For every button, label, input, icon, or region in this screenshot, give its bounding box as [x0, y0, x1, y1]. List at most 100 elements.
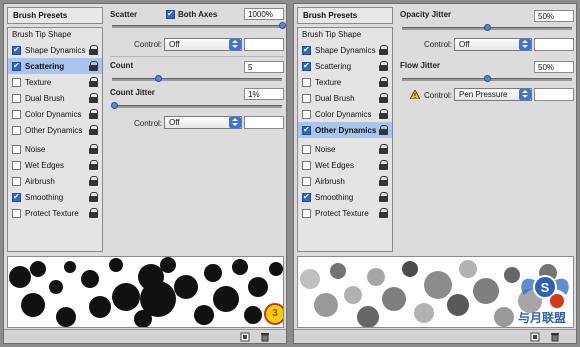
control-field-2[interactable] — [244, 116, 284, 129]
opacity-jitter-slider-knob[interactable] — [484, 24, 491, 31]
option-checkbox[interactable] — [302, 144, 311, 154]
trash-icon[interactable] — [260, 332, 270, 342]
opacity-jitter-value-field[interactable]: 50% — [534, 10, 574, 22]
option-checkbox[interactable] — [302, 176, 311, 186]
control-select-2[interactable]: Pen Pressure — [454, 88, 532, 101]
brush-option-noise[interactable]: Noise — [8, 141, 102, 157]
lock-icon[interactable] — [89, 144, 98, 154]
option-checkbox[interactable] — [12, 109, 21, 119]
lock-icon[interactable] — [379, 208, 388, 218]
lock-icon[interactable] — [379, 93, 388, 103]
option-checkbox[interactable] — [302, 45, 311, 55]
brush-option-other-dynamics[interactable]: Other Dynamics — [8, 122, 102, 138]
brush-option-other-dynamics[interactable]: Other Dynamics — [298, 122, 392, 138]
brush-presets-button[interactable]: Brush Presets — [7, 7, 103, 24]
brush-option-scattering[interactable]: Scattering — [8, 58, 102, 74]
brush-panel-other-dynamics: Brush Presets Brush Tip Shape Shape Dyna… — [293, 3, 577, 344]
brush-option-dual-brush[interactable]: Dual Brush — [298, 90, 392, 106]
brush-option-wet-edges[interactable]: Wet Edges — [8, 157, 102, 173]
lock-icon[interactable] — [89, 61, 98, 71]
opacity-jitter-slider[interactable] — [402, 24, 572, 31]
option-checkbox[interactable] — [12, 77, 21, 87]
scatter-slider[interactable] — [112, 22, 286, 29]
option-checkbox[interactable] — [12, 93, 21, 103]
brush-option-wet-edges[interactable]: Wet Edges — [298, 157, 392, 173]
both-axes-checkbox[interactable] — [166, 9, 175, 19]
new-preset-icon[interactable] — [240, 332, 250, 342]
lock-icon[interactable] — [379, 176, 388, 186]
brush-option-smoothing[interactable]: Smoothing — [298, 189, 392, 205]
option-checkbox[interactable] — [302, 93, 311, 103]
lock-icon[interactable] — [89, 125, 98, 135]
lock-icon[interactable] — [379, 61, 388, 71]
control-select-1[interactable]: Off — [164, 38, 242, 51]
lock-icon[interactable] — [89, 208, 98, 218]
option-checkbox[interactable] — [302, 208, 311, 218]
option-checkbox[interactable] — [302, 61, 311, 71]
flow-jitter-value-field[interactable]: 50% — [534, 61, 574, 73]
count-slider-knob[interactable] — [154, 75, 162, 82]
brush-option-scattering[interactable]: Scattering — [298, 58, 392, 74]
brush-tip-shape-item[interactable]: Brush Tip Shape — [8, 28, 102, 42]
brush-option-smoothing[interactable]: Smoothing — [8, 189, 102, 205]
option-checkbox[interactable] — [12, 61, 21, 71]
option-checkbox[interactable] — [12, 208, 21, 218]
lock-icon[interactable] — [89, 192, 98, 202]
lock-icon[interactable] — [379, 160, 388, 170]
scatter-value-field[interactable]: 1000% — [244, 8, 284, 20]
lock-icon[interactable] — [379, 192, 388, 202]
lock-icon[interactable] — [379, 77, 388, 87]
option-checkbox[interactable] — [12, 125, 21, 135]
lock-icon[interactable] — [379, 125, 388, 135]
option-checkbox[interactable] — [302, 109, 311, 119]
count-jitter-slider[interactable] — [110, 102, 282, 109]
option-checkbox[interactable] — [12, 160, 21, 170]
brush-option-protect-texture[interactable]: Protect Texture — [8, 205, 102, 221]
count-jitter-slider-knob[interactable] — [110, 102, 118, 109]
brush-option-texture[interactable]: Texture — [8, 74, 102, 90]
control-select-2[interactable]: Off — [164, 116, 242, 129]
brush-option-noise[interactable]: Noise — [298, 141, 392, 157]
brush-option-dual-brush[interactable]: Dual Brush — [8, 90, 102, 106]
control-field-1[interactable] — [534, 38, 574, 51]
scatter-slider-knob[interactable] — [279, 22, 286, 29]
option-checkbox[interactable] — [12, 192, 21, 202]
control-select-1[interactable]: Off — [454, 38, 532, 51]
lock-icon[interactable] — [89, 77, 98, 87]
lock-icon[interactable] — [89, 160, 98, 170]
flow-jitter-slider-knob[interactable] — [484, 75, 491, 82]
option-checkbox[interactable] — [302, 160, 311, 170]
lock-icon[interactable] — [379, 45, 388, 55]
lock-icon[interactable] — [89, 109, 98, 119]
lock-icon[interactable] — [89, 45, 98, 55]
control-field-2[interactable] — [534, 88, 574, 101]
lock-icon[interactable] — [379, 109, 388, 119]
brush-option-color-dynamics[interactable]: Color Dynamics — [298, 106, 392, 122]
lock-icon[interactable] — [379, 144, 388, 154]
brush-option-texture[interactable]: Texture — [298, 74, 392, 90]
lock-icon[interactable] — [89, 176, 98, 186]
brush-tip-shape-item[interactable]: Brush Tip Shape — [298, 28, 392, 42]
option-checkbox[interactable] — [302, 77, 311, 87]
brush-option-airbrush[interactable]: Airbrush — [8, 173, 102, 189]
lock-icon[interactable] — [89, 93, 98, 103]
option-checkbox[interactable] — [12, 176, 21, 186]
flow-jitter-slider[interactable] — [402, 75, 572, 82]
opacity-jitter-label: Opacity Jitter — [400, 10, 452, 19]
trash-icon[interactable] — [550, 332, 560, 342]
option-checkbox[interactable] — [302, 192, 311, 202]
brush-option-shape-dynamics[interactable]: Shape Dynamics — [8, 42, 102, 58]
brush-option-shape-dynamics[interactable]: Shape Dynamics — [298, 42, 392, 58]
brush-option-color-dynamics[interactable]: Color Dynamics — [8, 106, 102, 122]
option-checkbox[interactable] — [302, 125, 311, 135]
new-preset-icon[interactable] — [530, 332, 540, 342]
count-jitter-value-field[interactable]: 1% — [244, 88, 284, 100]
brush-option-protect-texture[interactable]: Protect Texture — [298, 205, 392, 221]
count-slider[interactable] — [112, 75, 282, 82]
option-checkbox[interactable] — [12, 45, 21, 55]
brush-presets-button[interactable]: Brush Presets — [297, 7, 393, 24]
brush-option-airbrush[interactable]: Airbrush — [298, 173, 392, 189]
count-value-field[interactable]: 5 — [244, 61, 284, 73]
control-field-1[interactable] — [244, 38, 284, 51]
option-checkbox[interactable] — [12, 144, 21, 154]
